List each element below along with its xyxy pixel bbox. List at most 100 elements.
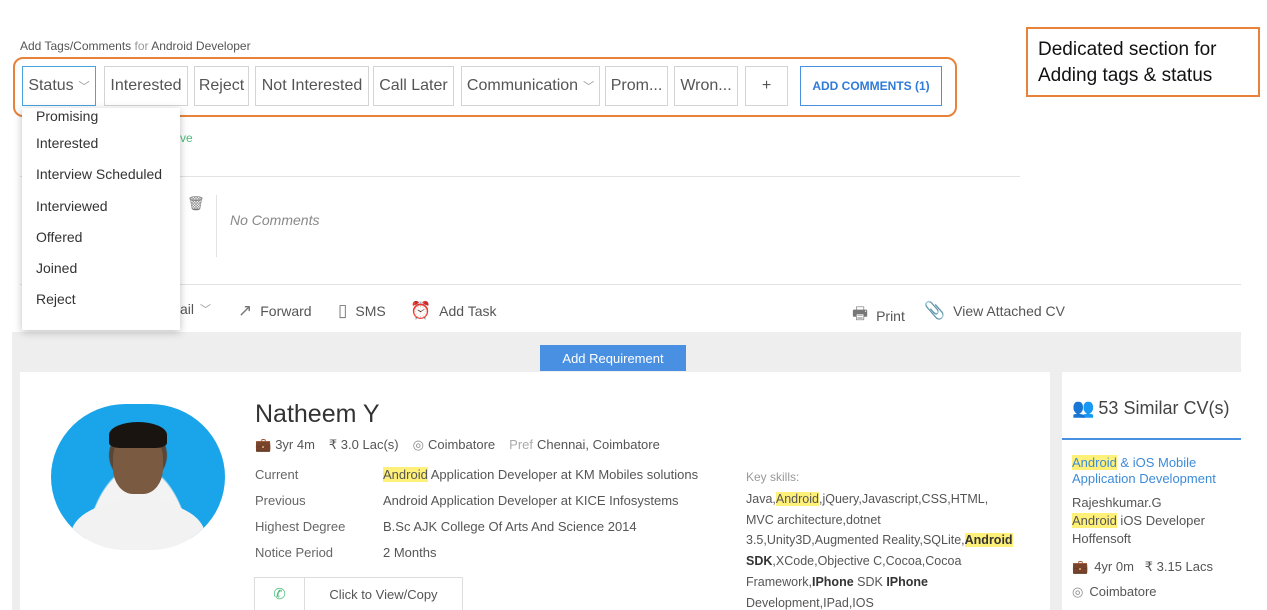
- callout-line-2: Adding tags & status: [1038, 65, 1213, 86]
- tag-call-later-label: Call Later: [379, 77, 448, 94]
- highlight: Android: [1072, 455, 1117, 470]
- pref-label: Pref: [509, 437, 533, 452]
- avatar-hair: [109, 422, 167, 448]
- sms-button[interactable]: ▯ SMS: [338, 301, 386, 321]
- add-comments-label: ADD COMMENTS (1): [812, 79, 930, 93]
- add-comments-button[interactable]: ADD COMMENTS (1): [800, 66, 942, 106]
- print-button[interactable]: 🖶 Print: [852, 301, 905, 330]
- comment-divider: [216, 195, 217, 257]
- highlight: Android: [1072, 513, 1117, 528]
- users-icon: 👥: [1072, 398, 1095, 418]
- highlight: Android: [775, 492, 819, 506]
- chevron-down-icon: ﹀: [583, 81, 595, 93]
- status-dropdown-menu: Promising Interested Interview Scheduled…: [22, 108, 180, 330]
- tags-title-job: Android Developer: [151, 39, 251, 53]
- similar-role-text: iOS Developer: [1116, 513, 1205, 528]
- hidden-status-text: ve: [180, 131, 193, 145]
- chevron-down-icon: ﹀: [78, 81, 90, 93]
- avatar: [51, 404, 225, 550]
- salary-value: ₹ 3.0 Lac(s): [328, 437, 399, 452]
- pref-value: Chennai, Coimbatore: [537, 437, 660, 452]
- status-label: Status: [28, 77, 74, 94]
- location-value: Coimbatore: [427, 437, 496, 452]
- mail-dropdown-button[interactable]: ail ﹀: [180, 301, 211, 317]
- skills-segment: SDK: [853, 574, 887, 589]
- paperclip-icon: 📎: [924, 301, 946, 320]
- plus-icon: +: [761, 77, 772, 94]
- previous-value: Android Application Developer at KICE In…: [383, 493, 679, 508]
- skills-segment: Java,: [746, 492, 776, 506]
- add-task-button[interactable]: ⏰ Add Task: [410, 301, 497, 321]
- tag-interested-label: Interested: [110, 77, 182, 94]
- phone-icon: ▯: [338, 301, 348, 320]
- forward-button[interactable]: ↗ Forward: [238, 301, 312, 321]
- candidate-name[interactable]: Natheem Y: [255, 400, 380, 429]
- similar-candidate-location: ◎ Coimbatore: [1072, 584, 1157, 600]
- degree-label: Highest Degree: [255, 519, 346, 534]
- printer-icon: 🖶: [852, 304, 869, 323]
- similar-cvs-underline: [1062, 438, 1241, 440]
- notice-label: Notice Period: [255, 545, 334, 560]
- status-option-joined[interactable]: Joined: [22, 253, 180, 284]
- view-cv-label: View Attached CV: [953, 303, 1065, 319]
- degree-value: B.Sc AJK College Of Arts And Science 201…: [383, 519, 637, 534]
- view-cv-button[interactable]: 📎 View Attached CV: [924, 301, 1065, 321]
- tag-reject-label: Reject: [198, 77, 245, 94]
- similar-salary: ₹ 3.15 Lacs: [1144, 559, 1214, 574]
- alarm-icon: ⏰: [410, 301, 432, 320]
- similar-cvs-count: 53 Similar CV(s): [1098, 398, 1230, 418]
- status-option-interested[interactable]: Interested: [22, 128, 180, 159]
- tags-title-prefix: Add Tags/Comments: [20, 39, 132, 53]
- similar-experience: 4yr 0m: [1094, 559, 1134, 574]
- status-option-promising[interactable]: Promising: [22, 108, 180, 128]
- add-task-label: Add Task: [439, 303, 497, 319]
- status-option-interviewed[interactable]: Interviewed: [22, 191, 180, 222]
- tag-reject-button[interactable]: Reject: [194, 66, 249, 106]
- similar-candidate-name: Rajeshkumar.G: [1072, 495, 1162, 510]
- tag-call-later-button[interactable]: Call Later: [373, 66, 454, 106]
- skills-bold: IPhone: [886, 574, 928, 589]
- communication-dropdown-button[interactable]: Communication ﹀: [461, 66, 600, 106]
- experience-meta: 💼 3yr 4m: [255, 437, 315, 453]
- briefcase-icon: 💼: [1072, 559, 1089, 574]
- similar-candidate-meta: 💼 4yr 0m ₹ 3.15 Lacs: [1072, 559, 1213, 575]
- communication-label: Communication: [466, 77, 579, 94]
- previous-label: Previous: [255, 493, 306, 508]
- annotation-callout: Dedicated section for Adding tags & stat…: [1026, 27, 1260, 97]
- similar-location-value: Coimbatore: [1089, 584, 1157, 599]
- status-option-offered[interactable]: Offered: [22, 222, 180, 253]
- experience-value: 3yr 4m: [275, 437, 315, 452]
- similar-candidate-role: Android iOS Developer: [1072, 513, 1205, 528]
- tag-wrong-label: Wron...: [680, 77, 732, 94]
- tag-not-interested-label: Not Interested: [261, 77, 363, 94]
- callout-line-1: Dedicated section for: [1038, 39, 1217, 60]
- status-dropdown-button[interactable]: Status ﹀: [22, 66, 96, 106]
- similar-candidate-company: Hoffensoft: [1072, 531, 1132, 546]
- avatar-shirt: [71, 500, 205, 550]
- tag-wrong-button[interactable]: Wron...: [674, 66, 738, 106]
- skills-bold: IPhone: [811, 574, 854, 589]
- current-value-text: Application Developer at KM Mobiles solu…: [427, 467, 699, 482]
- candidate-meta: 💼 3yr 4m ₹ 3.0 Lac(s) ◎ Coimbatore Pref Che…: [255, 437, 660, 453]
- similar-cvs-title[interactable]: 👥 53 Similar CV(s): [1072, 398, 1229, 419]
- location-meta: ◎ Coimbatore: [413, 437, 496, 453]
- tag-not-interested-button[interactable]: Not Interested: [255, 66, 369, 106]
- briefcase-icon: 💼: [255, 437, 272, 452]
- add-requirement-button[interactable]: Add Requirement: [540, 345, 686, 371]
- skills-segment: Development,IPad,IOS: [746, 595, 874, 610]
- trash-icon[interactable]: 🗑: [187, 195, 205, 212]
- status-option-interview-scheduled[interactable]: Interview Scheduled: [22, 159, 180, 190]
- tag-promising-button[interactable]: Prom...: [605, 66, 668, 106]
- pref-meta: Pref Chennai, Coimbatore: [509, 437, 660, 453]
- tags-title-for: for: [134, 39, 149, 53]
- key-skills-text: Java,Android,jQuery,Javascript,CSS,HTML,…: [746, 489, 1016, 610]
- add-tag-button[interactable]: +: [745, 66, 788, 106]
- highlight: Android: [964, 533, 1013, 548]
- status-option-reject[interactable]: Reject: [22, 284, 180, 315]
- key-skills-label: Key skills:: [746, 470, 800, 484]
- similar-job-link[interactable]: Android & iOS Mobile Application Develop…: [1072, 455, 1241, 487]
- contact-reveal-button[interactable]: ✆ Click to View/Copy: [254, 577, 463, 610]
- tag-interested-button[interactable]: Interested: [104, 66, 188, 106]
- current-value: Android Application Developer at KM Mobi…: [383, 467, 698, 482]
- location-pin-icon: ◎: [412, 437, 424, 452]
